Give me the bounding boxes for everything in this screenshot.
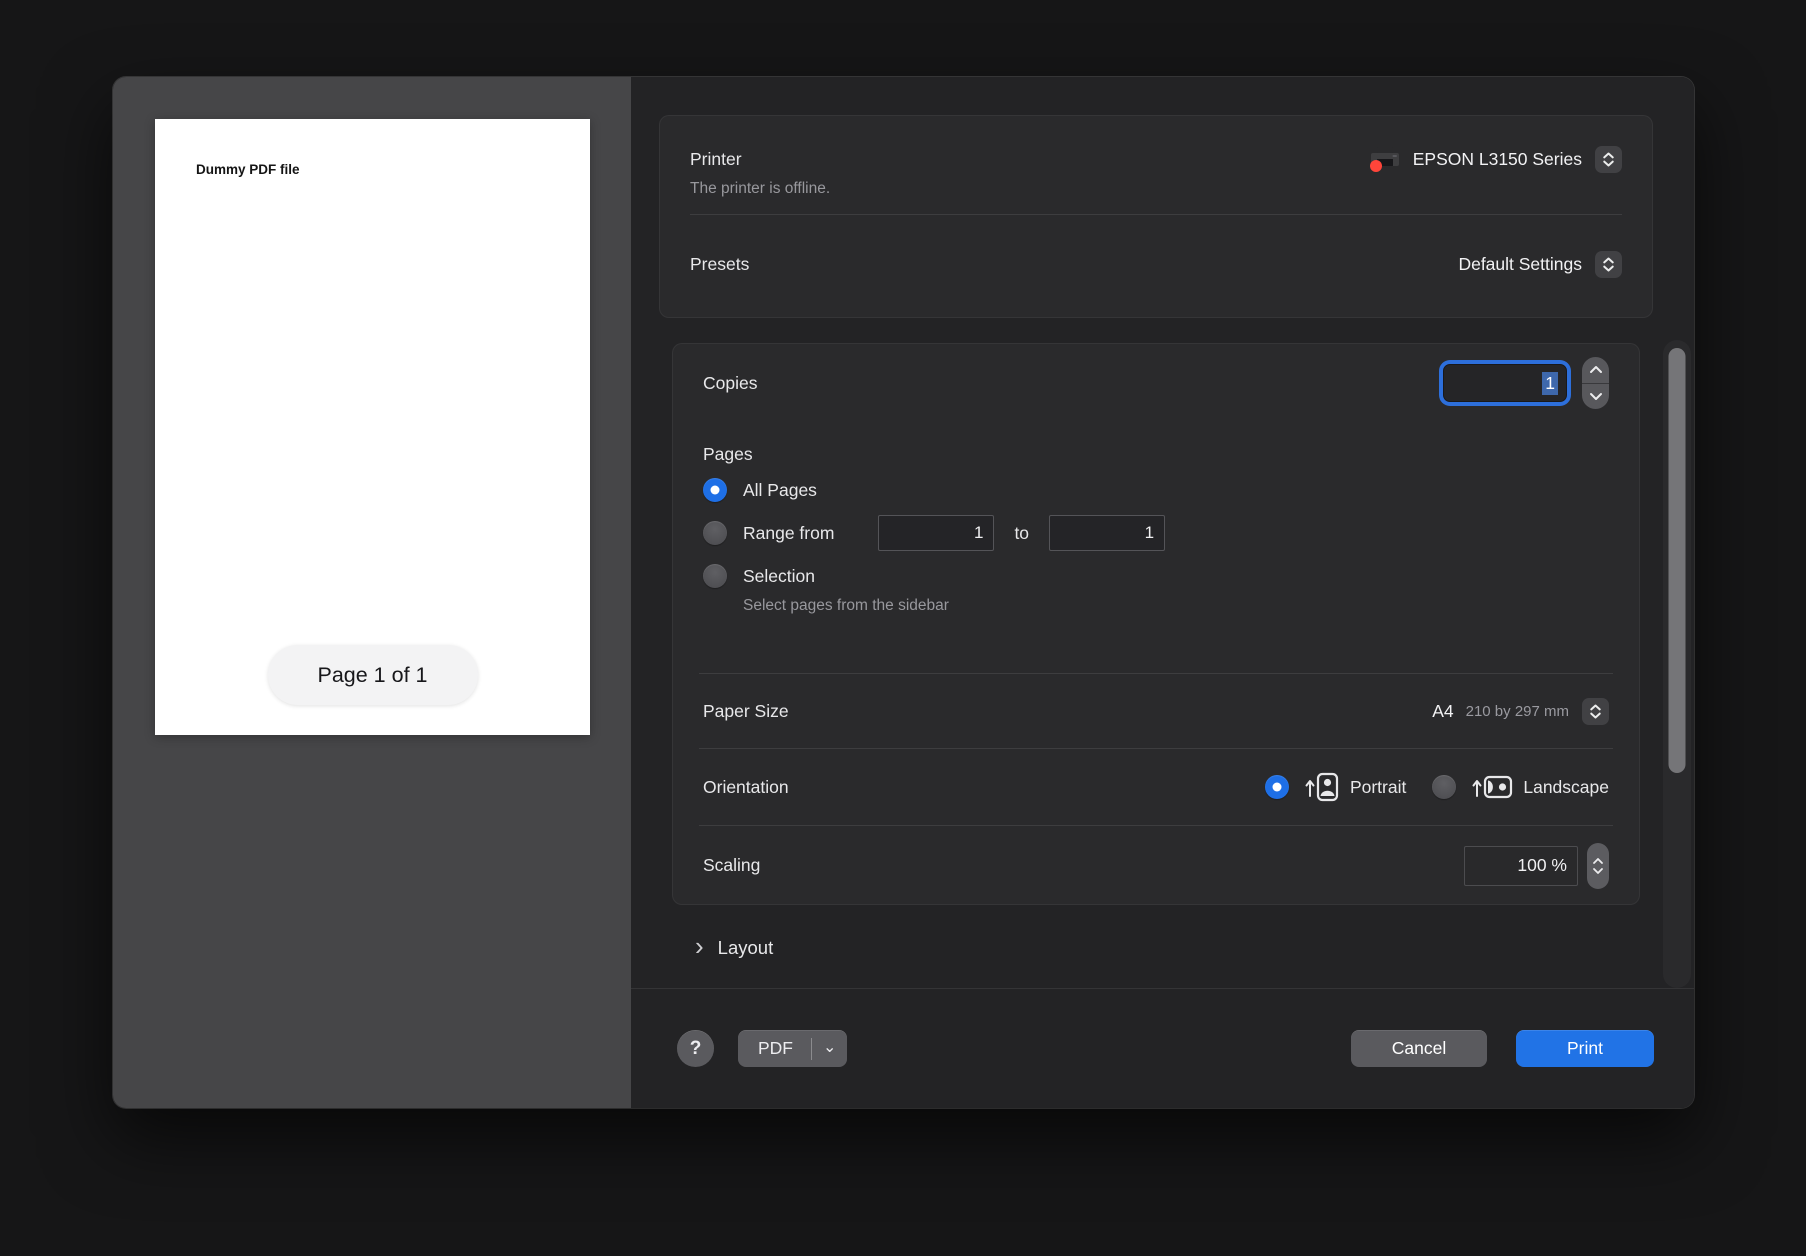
all-pages-label: All Pages <box>743 479 817 500</box>
printer-popup-button[interactable] <box>1595 145 1622 173</box>
landscape-option[interactable]: Landscape <box>1432 771 1609 803</box>
landscape-label: Landscape <box>1523 776 1609 797</box>
paper-size-label: Paper Size <box>703 700 789 721</box>
paper-size-detail: 210 by 297 mm <box>1465 702 1569 720</box>
scaling-row: Scaling 100 % <box>673 826 1639 905</box>
portrait-radio[interactable] <box>1264 775 1289 799</box>
pages-section: Pages All Pages Range from to Se <box>673 422 1639 673</box>
copies-input[interactable]: 1 <box>1443 364 1567 402</box>
presets-popup-button[interactable] <box>1595 250 1622 278</box>
selection-option[interactable]: Selection <box>703 564 1609 588</box>
pdf-menu-button[interactable]: PDF ⌄ <box>738 1030 848 1067</box>
presets-row: Presets Default Settings <box>690 215 1622 313</box>
range-option[interactable]: Range from to <box>703 515 1609 551</box>
print-preview-pane: Dummy PDF file Page 1 of 1 <box>113 77 631 1108</box>
range-to-label: to <box>1014 522 1030 543</box>
printer-status: The printer is offline. <box>690 180 831 197</box>
chevron-down-icon: ⌄ <box>823 1038 837 1056</box>
disclosure-chevron-icon: › <box>695 931 704 961</box>
paper-size-value: A4 <box>1432 700 1454 721</box>
page-preview: Dummy PDF file Page 1 of 1 <box>155 119 590 735</box>
portrait-label: Portrait <box>1349 776 1407 797</box>
orientation-label: Orientation <box>703 776 789 797</box>
range-radio[interactable] <box>703 521 727 545</box>
presets-value: Default Settings <box>1458 253 1582 274</box>
range-from-input[interactable] <box>878 515 995 551</box>
screen: Dummy PDF file Page 1 of 1 Printer EPSON… <box>0 0 1806 1256</box>
printer-value: EPSON L3150 Series <box>1412 148 1582 169</box>
printer-card: Printer EPSON L3150 Series The printer i… <box>659 115 1653 318</box>
selection-hint: Select pages from the sidebar <box>743 597 949 614</box>
scrollbar-thumb[interactable] <box>1668 348 1686 773</box>
chevron-up-icon <box>1589 366 1602 374</box>
scaling-value: 100 % <box>1517 855 1567 875</box>
footer-bar: ? PDF ⌄ Cancel Print <box>631 989 1694 1108</box>
document-text: Dummy PDF file <box>196 162 300 177</box>
scrollbar-track[interactable] <box>1663 340 1691 988</box>
landscape-orientation-icon <box>1472 775 1513 799</box>
all-pages-radio[interactable] <box>703 478 727 502</box>
cancel-button[interactable]: Cancel <box>1351 1030 1487 1067</box>
portrait-option[interactable]: Portrait <box>1264 771 1407 803</box>
print-button[interactable]: Print <box>1516 1030 1654 1067</box>
up-down-chevrons-icon <box>1603 152 1614 166</box>
help-button[interactable]: ? <box>677 1030 714 1067</box>
chevron-down-icon <box>1589 392 1602 400</box>
copies-value: 1 <box>1542 371 1558 395</box>
chevron-up-icon <box>1593 857 1603 864</box>
orientation-row: Orientation Portrait Landscape <box>673 749 1639 825</box>
pdf-label: PDF <box>758 1038 793 1058</box>
scaling-stepper[interactable] <box>1587 842 1609 889</box>
printer-label: Printer <box>690 148 742 169</box>
page-indicator-label: Page 1 of 1 <box>317 662 428 687</box>
page-indicator: Page 1 of 1 <box>267 645 478 705</box>
stepper-down-button[interactable] <box>1582 384 1609 410</box>
stepper-up-button[interactable] <box>1582 357 1609 384</box>
help-icon: ? <box>689 1037 702 1059</box>
up-down-chevrons-icon <box>1603 257 1614 271</box>
pages-label: Pages <box>703 444 753 464</box>
copies-stepper[interactable] <box>1582 357 1609 409</box>
scaling-label: Scaling <box>703 855 761 875</box>
printer-row: Printer EPSON L3150 Series <box>690 116 1622 178</box>
range-from-label: Range from <box>743 522 835 543</box>
cancel-label: Cancel <box>1391 1038 1447 1058</box>
all-pages-option[interactable]: All Pages <box>703 478 1609 502</box>
scaling-input[interactable]: 100 % <box>1464 845 1578 886</box>
presets-label: Presets <box>690 253 750 274</box>
paper-size-row: Paper Size A4 210 by 297 mm <box>673 674 1639 748</box>
copies-row: Copies 1 <box>673 344 1639 422</box>
selection-label: Selection <box>743 565 815 586</box>
landscape-radio[interactable] <box>1432 775 1457 799</box>
layout-disclosure[interactable]: › Layout <box>695 931 774 961</box>
range-to-input[interactable] <box>1049 515 1166 551</box>
print-dialog-window: Dummy PDF file Page 1 of 1 Printer EPSON… <box>113 77 1694 1108</box>
settings-card: Copies 1 Pages All Pages Range from 1 to… <box>672 343 1640 905</box>
printer-icon <box>1369 147 1399 172</box>
portrait-orientation-icon <box>1305 772 1339 802</box>
paper-size-popup-button[interactable] <box>1582 697 1609 725</box>
print-label: Print <box>1567 1038 1603 1058</box>
copies-label: Copies <box>703 372 758 393</box>
selection-radio[interactable] <box>703 564 727 588</box>
layout-label: Layout <box>717 937 774 958</box>
chevron-down-icon <box>1593 867 1603 874</box>
up-down-chevrons-icon <box>1590 704 1601 718</box>
print-settings-pane: Printer EPSON L3150 Series The printer i… <box>631 77 1694 1108</box>
